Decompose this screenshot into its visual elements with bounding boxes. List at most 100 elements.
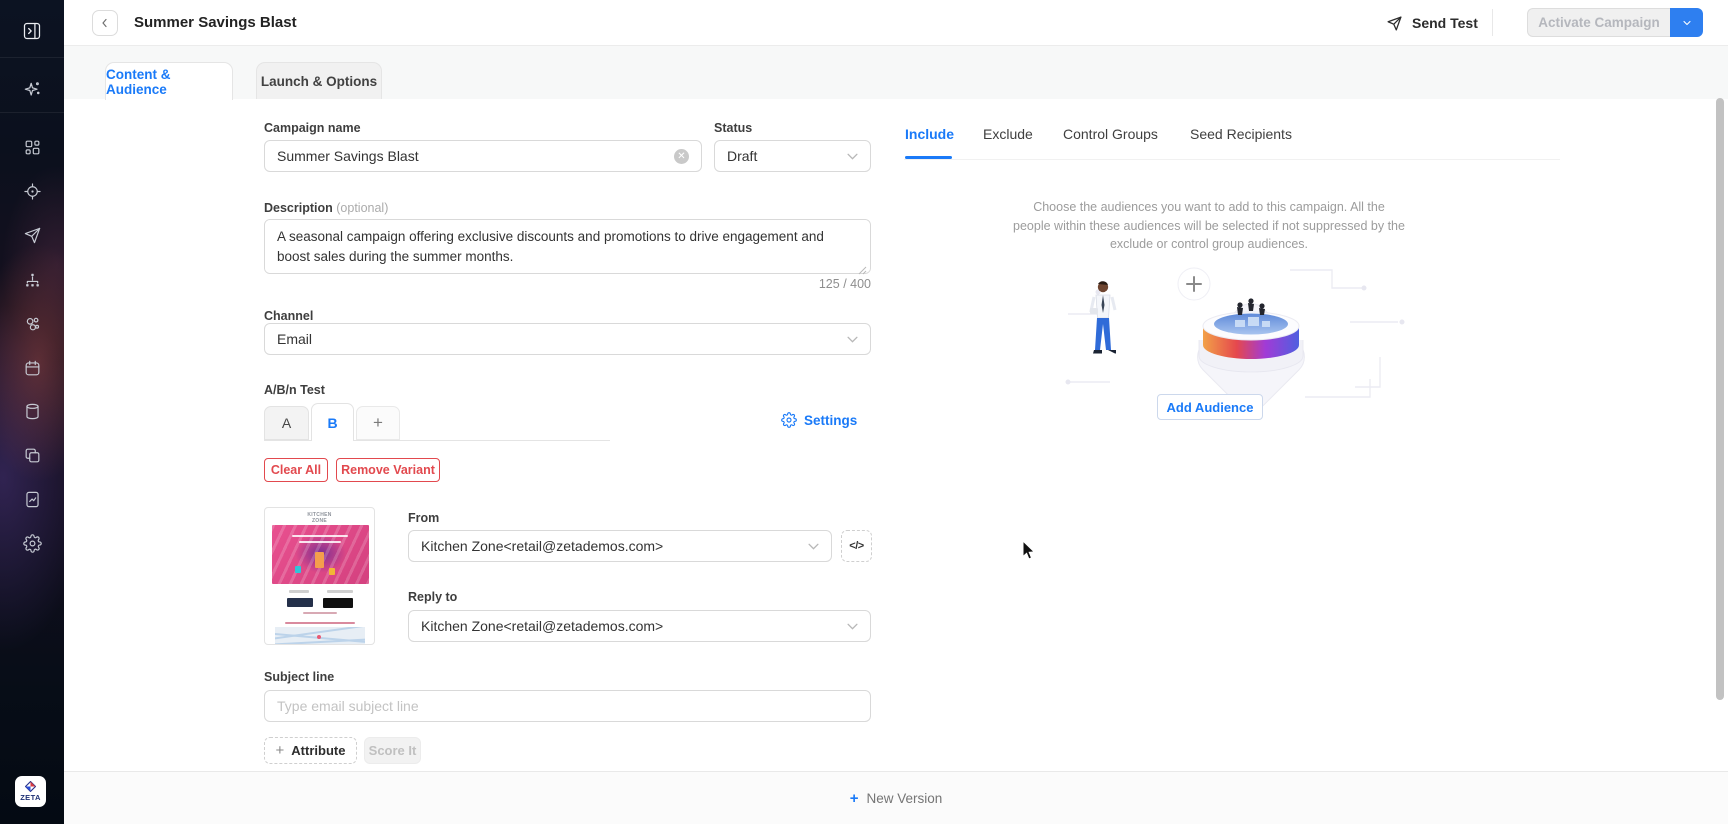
ai-sparkles-icon: [22, 80, 42, 100]
send-test-label: Send Test: [1412, 15, 1478, 31]
audience-tab-exclude[interactable]: Exclude: [983, 126, 1033, 142]
back-button[interactable]: [92, 10, 118, 36]
status-value: Draft: [727, 148, 839, 164]
thumb-hero-text: [299, 541, 341, 543]
thumb-bag: [295, 566, 301, 573]
zeta-logo[interactable]: ZETA: [15, 776, 46, 807]
description-optional-hint: (optional): [336, 201, 388, 215]
chevron-left-icon: [99, 17, 111, 29]
add-attribute-button[interactable]: + Attribute: [264, 737, 357, 764]
chevron-down-icon: [847, 623, 858, 630]
reply-to-select[interactable]: Kitchen Zone<retail@zetademos.com>: [408, 610, 871, 642]
top-header: [64, 0, 1728, 46]
sidebar-item-dashboard[interactable]: [0, 128, 64, 166]
subject-line-field[interactable]: [264, 690, 871, 722]
description-label-text: Description: [264, 201, 333, 215]
new-version-button[interactable]: + New Version: [850, 790, 943, 807]
report-icon: [23, 490, 42, 509]
thumb-text-line: [303, 612, 337, 614]
thumb-brand-logo: KITCHENZONE: [265, 512, 374, 524]
tab-launch-options[interactable]: Launch & Options: [256, 62, 382, 100]
sidebar-item-reports[interactable]: [0, 480, 64, 518]
footer-bar: + New Version: [64, 771, 1728, 824]
status-label: Status: [714, 121, 752, 135]
campaign-editor-page: ZETA Summer Savings Blast Send Test Acti…: [0, 0, 1728, 824]
plus-icon: +: [850, 790, 859, 807]
zeta-logo-text: ZETA: [20, 793, 41, 802]
send-test-button[interactable]: Send Test: [1386, 8, 1478, 38]
sidebar-item-ai[interactable]: [0, 71, 64, 109]
from-label: From: [408, 511, 439, 525]
collapse-panel-icon: [22, 21, 42, 41]
header-divider: [1492, 9, 1493, 36]
sidebar-item-goals[interactable]: [0, 172, 64, 210]
channel-select[interactable]: Email: [264, 323, 871, 355]
person-figure: [1090, 281, 1116, 353]
channel-value: Email: [277, 331, 839, 347]
variant-tab-b[interactable]: B: [311, 403, 354, 441]
plus-circle: [1178, 268, 1210, 300]
sidebar-item-data[interactable]: [0, 392, 64, 430]
edit-code-button[interactable]: </>: [841, 530, 872, 562]
thumb-hero-text: [292, 535, 348, 537]
vertical-scrollbar[interactable]: [1716, 98, 1724, 700]
paper-plane-icon: [1386, 15, 1403, 32]
hierarchy-icon: [23, 271, 42, 290]
description-label: Description (optional): [264, 201, 388, 215]
remove-variant-button[interactable]: Remove Variant: [336, 458, 440, 482]
campaign-name-label: Campaign name: [264, 121, 361, 135]
audience-tab-include[interactable]: Include: [905, 126, 954, 142]
attribute-label: Attribute: [291, 743, 345, 758]
thumb-person: [315, 552, 324, 568]
sidebar-item-journeys[interactable]: [0, 261, 64, 299]
email-preview-thumbnail[interactable]: KITCHENZONE: [264, 507, 375, 645]
sidebar-item-campaigns[interactable]: [0, 216, 64, 254]
dashboard-icon: [23, 138, 42, 157]
campaign-name-field[interactable]: ✕: [264, 140, 702, 172]
sidebar-divider: [0, 57, 64, 58]
thumb-bag: [329, 568, 335, 575]
database-icon: [23, 402, 42, 421]
description-textarea[interactable]: A seasonal campaign offering exclusive d…: [264, 219, 871, 274]
thumb-map-pin: [317, 635, 321, 639]
chevron-down-icon: [1681, 17, 1693, 29]
audience-tab-seed-recipients[interactable]: Seed Recipients: [1190, 126, 1292, 142]
page-title: Summer Savings Blast: [134, 14, 297, 31]
subject-line-label: Subject line: [264, 670, 334, 684]
thumb-button: [323, 598, 353, 608]
calendar-icon: [23, 359, 42, 378]
activate-campaign-dropdown[interactable]: [1670, 8, 1703, 37]
audiences-icon: [23, 315, 42, 334]
clear-input-icon[interactable]: ✕: [674, 149, 689, 164]
activate-campaign-button[interactable]: Activate Campaign: [1527, 8, 1670, 37]
abn-test-label: A/B/n Test: [264, 383, 325, 397]
audience-tab-control-groups[interactable]: Control Groups: [1063, 126, 1158, 142]
add-audience-button[interactable]: Add Audience: [1157, 394, 1263, 420]
copy-icon: [23, 446, 42, 465]
gear-icon: [23, 534, 42, 553]
settings-label: Settings: [804, 413, 857, 428]
from-select[interactable]: Kitchen Zone<retail@zetademos.com>: [408, 530, 832, 562]
status-select[interactable]: Draft: [714, 140, 871, 172]
reply-to-label: Reply to: [408, 590, 457, 604]
score-it-button[interactable]: Score It: [364, 737, 421, 764]
sidebar-item-audiences[interactable]: [0, 305, 64, 343]
sidebar-item-assets[interactable]: [0, 436, 64, 474]
chevron-down-icon: [847, 153, 858, 160]
sidebar-item-collapse[interactable]: [0, 12, 64, 50]
channel-label: Channel: [264, 309, 313, 323]
sidebar: ZETA: [0, 0, 64, 824]
campaign-name-input[interactable]: [277, 148, 674, 164]
abn-settings-link[interactable]: Settings: [781, 412, 857, 428]
subject-line-input[interactable]: [277, 698, 858, 714]
from-value: Kitchen Zone<retail@zetademos.com>: [421, 538, 800, 554]
thumb-label: [327, 590, 353, 593]
sidebar-item-calendar[interactable]: [0, 349, 64, 387]
tab-content-audience[interactable]: Content & Audience: [105, 62, 233, 100]
sidebar-item-settings[interactable]: [0, 524, 64, 562]
add-variant-tab[interactable]: +: [356, 406, 400, 440]
thumb-button: [287, 598, 313, 607]
clear-all-button[interactable]: Clear All: [264, 458, 328, 482]
active-tab-underline: [905, 156, 952, 159]
variant-tab-a[interactable]: A: [264, 406, 309, 440]
